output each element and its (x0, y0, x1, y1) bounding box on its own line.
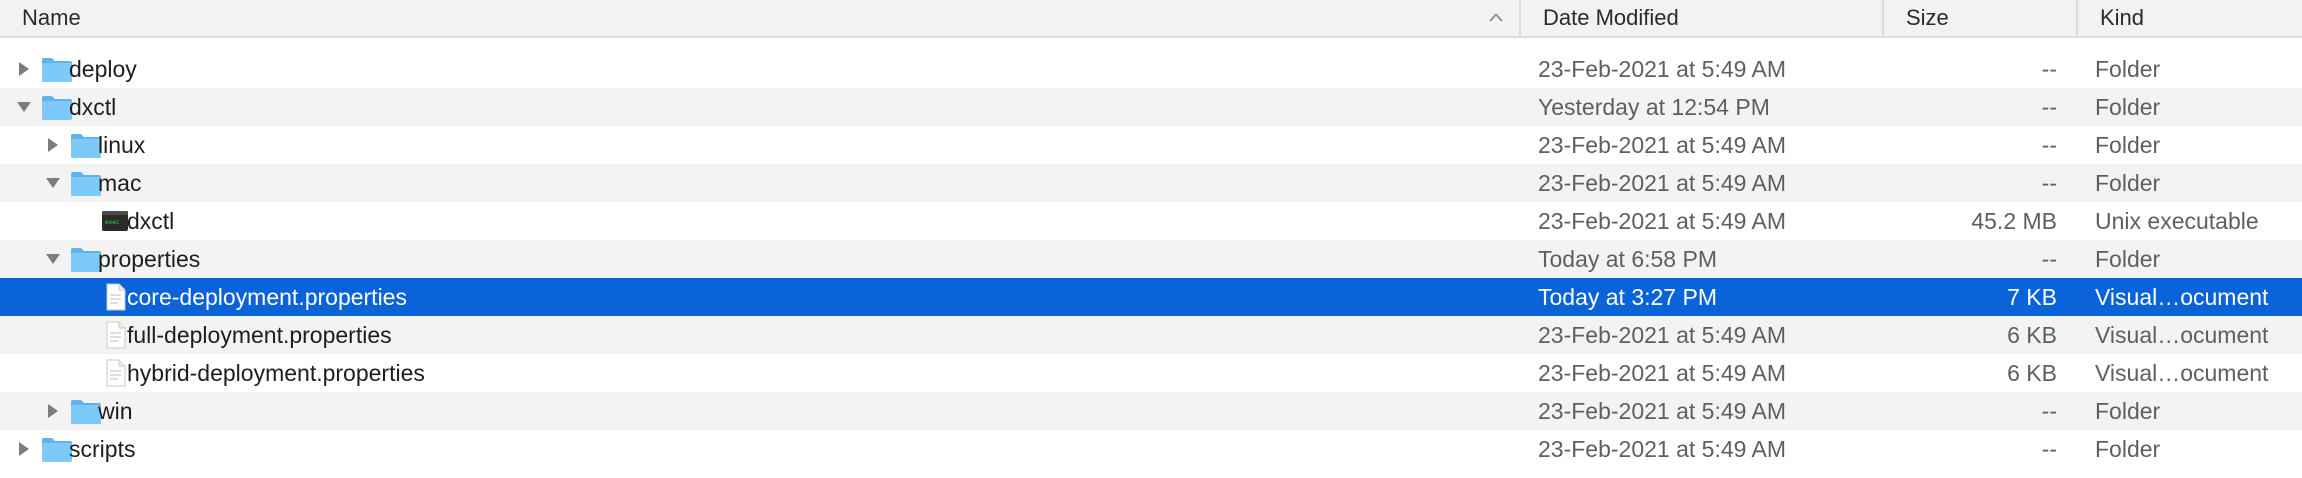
file-kind: Folder (2095, 56, 2161, 82)
file-name: mac (98, 170, 142, 196)
file-kind: Folder (2095, 398, 2161, 424)
file-row[interactable]: deploy 23-Feb-2021 at 5:49 AM -- Folder (0, 50, 2302, 88)
file-size: 6 KB (2007, 360, 2057, 386)
file-size: -- (2041, 436, 2057, 462)
disclosure-triangle-collapsed-icon[interactable] (45, 137, 61, 153)
date-modified: Today at 6:58 PM (1538, 246, 1717, 272)
date-modified: Today at 3:27 PM (1538, 284, 1717, 310)
file-list: deploy 23-Feb-2021 at 5:49 AM -- Folder dxct… (0, 50, 2302, 468)
disclosure-triangle-expanded-icon[interactable] (45, 175, 61, 191)
disclosure-triangle-collapsed-icon[interactable] (16, 61, 32, 77)
file-row-selected[interactable]: core-deployment.properties Today at 3:27 … (0, 278, 2302, 316)
file-name: full-deployment.properties (127, 322, 392, 348)
file-size: -- (2041, 56, 2057, 82)
file-name: dxctl (69, 94, 117, 120)
file-size: -- (2041, 170, 2057, 196)
disclosure-triangle-collapsed-icon[interactable] (16, 441, 32, 457)
file-name: properties (98, 246, 201, 272)
file-kind: Unix executable (2095, 208, 2259, 234)
file-kind: Folder (2095, 246, 2161, 272)
file-row[interactable]: full-deployment.properties 23-Feb-2021 at… (0, 316, 2302, 354)
file-kind: Folder (2095, 436, 2161, 462)
disclosure-triangle-collapsed-icon[interactable] (45, 403, 61, 419)
date-modified: 23-Feb-2021 at 5:49 AM (1538, 322, 1787, 348)
date-modified: 23-Feb-2021 at 5:49 AM (1538, 360, 1787, 386)
file-size: 6 KB (2007, 322, 2057, 348)
file-row[interactable]: properties Today at 6:58 PM -- Folder (0, 240, 2302, 278)
date-modified: 23-Feb-2021 at 5:49 AM (1538, 170, 1787, 196)
file-size: -- (2041, 132, 2057, 158)
file-kind: Visual…ocument (2095, 284, 2269, 310)
file-row[interactable]: hybrid-deployment.properties 23-Feb-2021 … (0, 354, 2302, 392)
file-name: core-deployment.properties (127, 284, 407, 310)
disclosure-triangle-expanded-icon[interactable] (45, 251, 61, 267)
date-modified: Yesterday at 12:54 PM (1538, 94, 1770, 120)
date-modified: 23-Feb-2021 at 5:49 AM (1538, 56, 1787, 82)
disclosure-triangle-expanded-icon[interactable] (16, 99, 32, 115)
file-size: -- (2041, 398, 2057, 424)
file-kind: Folder (2095, 94, 2161, 120)
sort-ascending-chevron-icon (1489, 13, 1503, 22)
file-name: hybrid-deployment.properties (127, 360, 425, 386)
file-size: -- (2041, 94, 2057, 120)
column-header-kind-label: Kind (2100, 5, 2145, 30)
file-name: linux (98, 132, 146, 158)
file-kind: Visual…ocument (2095, 360, 2269, 386)
column-header-name-label: Name (22, 5, 81, 30)
file-name: deploy (69, 56, 137, 82)
file-row[interactable]: win 23-Feb-2021 at 5:49 AM -- Folder (0, 392, 2302, 430)
file-name: win (98, 398, 133, 424)
file-name: dxctl (127, 208, 175, 234)
finder-list-view: Name Date Modified Size Kind deploy 23-Fe… (0, 0, 2302, 478)
file-size: 45.2 MB (1971, 208, 2057, 234)
column-header-size-label: Size (1906, 5, 1949, 30)
column-header-date-label: Date Modified (1543, 5, 1679, 30)
file-row[interactable]: linux 23-Feb-2021 at 5:49 AM -- Folder (0, 126, 2302, 164)
file-row[interactable]: exec dxctl 23-Feb-2021 at 5:49 AM 45.2 MB Un… (0, 202, 2302, 240)
column-header-name[interactable]: Name (0, 0, 1519, 36)
file-name: scripts (69, 436, 136, 462)
column-header-bar: Name Date Modified Size Kind (0, 0, 2302, 38)
file-size: -- (2041, 246, 2057, 272)
file-row[interactable]: mac 23-Feb-2021 at 5:49 AM -- Folder (0, 164, 2302, 202)
date-modified: 23-Feb-2021 at 5:49 AM (1538, 132, 1787, 158)
column-header-size[interactable]: Size (1882, 0, 2076, 36)
date-modified: 23-Feb-2021 at 5:49 AM (1538, 436, 1787, 462)
column-header-date-modified[interactable]: Date Modified (1519, 0, 1882, 36)
column-header-kind[interactable]: Kind (2076, 0, 2302, 36)
file-row[interactable]: scripts 23-Feb-2021 at 5:49 AM -- Folder (0, 430, 2302, 468)
svg-text:exec: exec (105, 219, 120, 226)
file-row[interactable]: dxctl Yesterday at 12:54 PM -- Folder (0, 88, 2302, 126)
file-kind: Visual…ocument (2095, 322, 2269, 348)
file-kind: Folder (2095, 170, 2161, 196)
file-kind: Folder (2095, 132, 2161, 158)
file-size: 7 KB (2007, 284, 2057, 310)
date-modified: 23-Feb-2021 at 5:49 AM (1538, 398, 1787, 424)
date-modified: 23-Feb-2021 at 5:49 AM (1538, 208, 1787, 234)
